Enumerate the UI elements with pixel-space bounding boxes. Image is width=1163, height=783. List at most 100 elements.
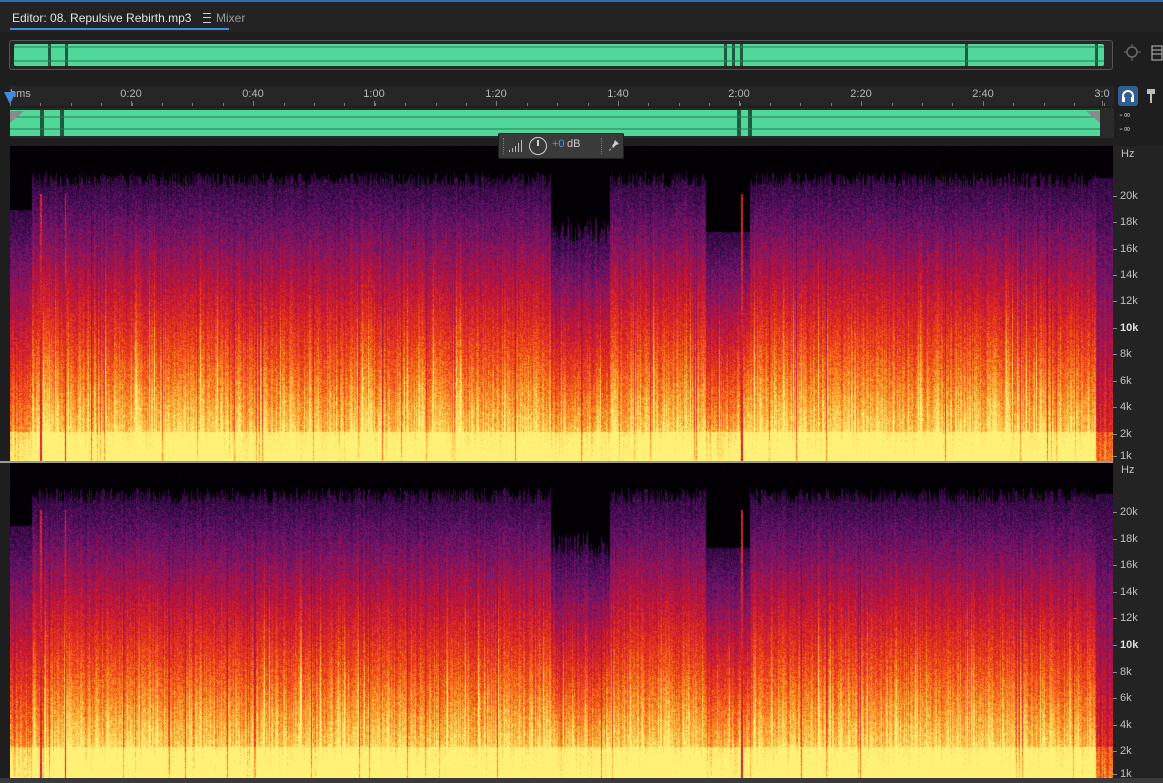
hz-tick-label: 8k bbox=[1120, 348, 1132, 361]
hz-unit-label: Hz bbox=[1121, 148, 1135, 160]
hz-tick-label: 16k bbox=[1120, 559, 1138, 572]
hz-tick-label: 12k bbox=[1120, 295, 1138, 308]
hz-tick-label: 2k bbox=[1120, 427, 1132, 440]
ruler-minor-tick bbox=[770, 103, 771, 106]
hz-tick-label: 20k bbox=[1120, 505, 1138, 518]
ruler-minor-tick bbox=[40, 103, 41, 106]
frequency-scale-channel-2[interactable]: Hz 20k 18k 16k 14k 12k 10k 8k 6k 4k 2k 1k bbox=[1113, 462, 1163, 780]
ruler-minor-tick bbox=[527, 103, 528, 106]
time-ruler[interactable]: hms 0:20 0:40 1:00 1:20 1:40 2:00 2:20 2:40 3:0 bbox=[10, 86, 1114, 106]
hz-tick bbox=[1113, 751, 1117, 753]
hz-tick bbox=[1113, 565, 1117, 567]
headphones-icon[interactable] bbox=[1118, 86, 1138, 106]
hud-volume-value[interactable]: +0 bbox=[552, 138, 565, 150]
hz-tick bbox=[1113, 774, 1117, 775]
ruler-minor-tick bbox=[983, 103, 984, 106]
ruler-minor-tick bbox=[192, 103, 193, 106]
hz-tick-label: 8k bbox=[1120, 665, 1132, 678]
hz-tick-label: 14k bbox=[1120, 269, 1138, 282]
ruler-minor-tick bbox=[375, 103, 376, 106]
tab-editor[interactable]: Editor: 08. Repulsive Rebirth.mp3 bbox=[10, 8, 229, 30]
ruler-minor-tick bbox=[132, 103, 133, 106]
menu-icon[interactable] bbox=[202, 12, 211, 23]
spectral-display-channel-1[interactable] bbox=[10, 146, 1113, 463]
spectrogram-1 bbox=[10, 146, 1113, 463]
hz-tick-label: 6k bbox=[1120, 692, 1132, 705]
playhead-marker[interactable] bbox=[4, 92, 16, 104]
ruler-tick-label: 0:20 bbox=[120, 88, 142, 100]
ruler-minor-tick bbox=[1074, 103, 1075, 106]
ruler-minor-tick bbox=[71, 103, 72, 106]
panel-icon[interactable] bbox=[1151, 45, 1163, 61]
ruler-tick-label: 2:00 bbox=[728, 88, 750, 100]
frequency-scale-channel-1[interactable]: Hz 20k 18k 16k 14k 12k 10k 8k 6k 4k 2k 1k bbox=[1113, 146, 1163, 462]
hud-volume-unit: dB bbox=[567, 138, 581, 150]
hz-tick bbox=[1113, 248, 1117, 250]
hz-tick-label: 10k bbox=[1120, 321, 1139, 334]
hz-tick-label: 2k bbox=[1120, 745, 1132, 758]
panel-tab-bar: Editor: 08. Repulsive Rebirth.mp3 Mixer bbox=[0, 2, 1163, 32]
pin-icon[interactable] bbox=[1144, 86, 1158, 106]
hud-grip[interactable] bbox=[503, 138, 506, 154]
hz-unit-label: Hz bbox=[1121, 464, 1135, 476]
hud-separator bbox=[601, 138, 604, 154]
hz-tick bbox=[1113, 275, 1117, 277]
ruler-minor-tick bbox=[861, 103, 862, 106]
ruler-tick-label: 2:20 bbox=[850, 88, 872, 100]
hz-tick-label: 16k bbox=[1120, 242, 1138, 255]
pushpin-icon[interactable] bbox=[609, 140, 619, 152]
ruler-tick-label: 3:0 bbox=[1094, 88, 1110, 100]
ruler-minor-tick bbox=[1104, 103, 1105, 106]
ruler-minor-tick bbox=[1044, 103, 1045, 106]
hz-tick-label: 14k bbox=[1120, 585, 1138, 598]
hz-tick bbox=[1113, 380, 1117, 382]
hz-tick-label: 18k bbox=[1120, 216, 1138, 229]
ruler-minor-tick bbox=[253, 103, 254, 106]
tab-mixer[interactable]: Mixer bbox=[216, 8, 245, 28]
hz-tick bbox=[1113, 644, 1117, 646]
zoom-icon[interactable] bbox=[1123, 43, 1143, 63]
spectrogram-2 bbox=[10, 462, 1113, 778]
ruler-tick-label: 0:40 bbox=[242, 88, 264, 100]
ruler-tick-label: 1:20 bbox=[485, 88, 507, 100]
hz-tick-label: 6k bbox=[1120, 374, 1132, 387]
waveform-overview[interactable] bbox=[9, 40, 1113, 70]
ruler-minor-tick bbox=[588, 103, 589, 106]
hz-tick bbox=[1113, 618, 1117, 620]
hz-tick-label: 20k bbox=[1120, 189, 1138, 202]
ruler-minor-tick bbox=[405, 103, 406, 106]
hz-tick-label: 10k bbox=[1120, 638, 1139, 651]
ruler-minor-tick bbox=[952, 103, 953, 106]
volume-hud[interactable]: +0 dB bbox=[498, 133, 624, 159]
hz-tick bbox=[1113, 195, 1117, 197]
ruler-minor-tick bbox=[922, 103, 923, 106]
hz-tick-label: 4k bbox=[1120, 718, 1132, 731]
channel-1-level: -∞ bbox=[1118, 110, 1131, 121]
ruler-minor-tick bbox=[436, 103, 437, 106]
ruler-minor-tick bbox=[892, 103, 893, 106]
ruler-minor-tick bbox=[284, 103, 285, 106]
hz-tick bbox=[1113, 327, 1117, 329]
hz-tick-label: 4k bbox=[1120, 401, 1132, 414]
tab-editor-label: Editor: 08. Repulsive Rebirth.mp3 bbox=[12, 11, 192, 25]
horizontal-scrollbar[interactable] bbox=[0, 778, 1163, 783]
hz-tick bbox=[1113, 538, 1117, 540]
ruler-minor-tick bbox=[496, 103, 497, 106]
hz-tick bbox=[1113, 354, 1117, 356]
ruler-tick bbox=[1102, 101, 1103, 106]
knob-icon[interactable] bbox=[529, 137, 547, 155]
ruler-minor-tick bbox=[618, 103, 619, 106]
hz-tick bbox=[1113, 456, 1117, 458]
ruler-minor-tick bbox=[101, 103, 102, 106]
channel-2-level: -∞ bbox=[1118, 124, 1131, 135]
hz-tick bbox=[1113, 671, 1117, 673]
ruler-minor-tick bbox=[314, 103, 315, 106]
hz-tick-label: 18k bbox=[1120, 532, 1138, 545]
spectral-display-channel-2[interactable] bbox=[10, 462, 1113, 778]
ruler-minor-tick bbox=[831, 103, 832, 106]
hz-tick bbox=[1113, 698, 1117, 700]
ruler-minor-tick bbox=[466, 103, 467, 106]
ruler-minor-tick bbox=[1013, 103, 1014, 106]
ruler-tick-label: 2:40 bbox=[972, 88, 994, 100]
ruler-minor-tick bbox=[679, 103, 680, 106]
